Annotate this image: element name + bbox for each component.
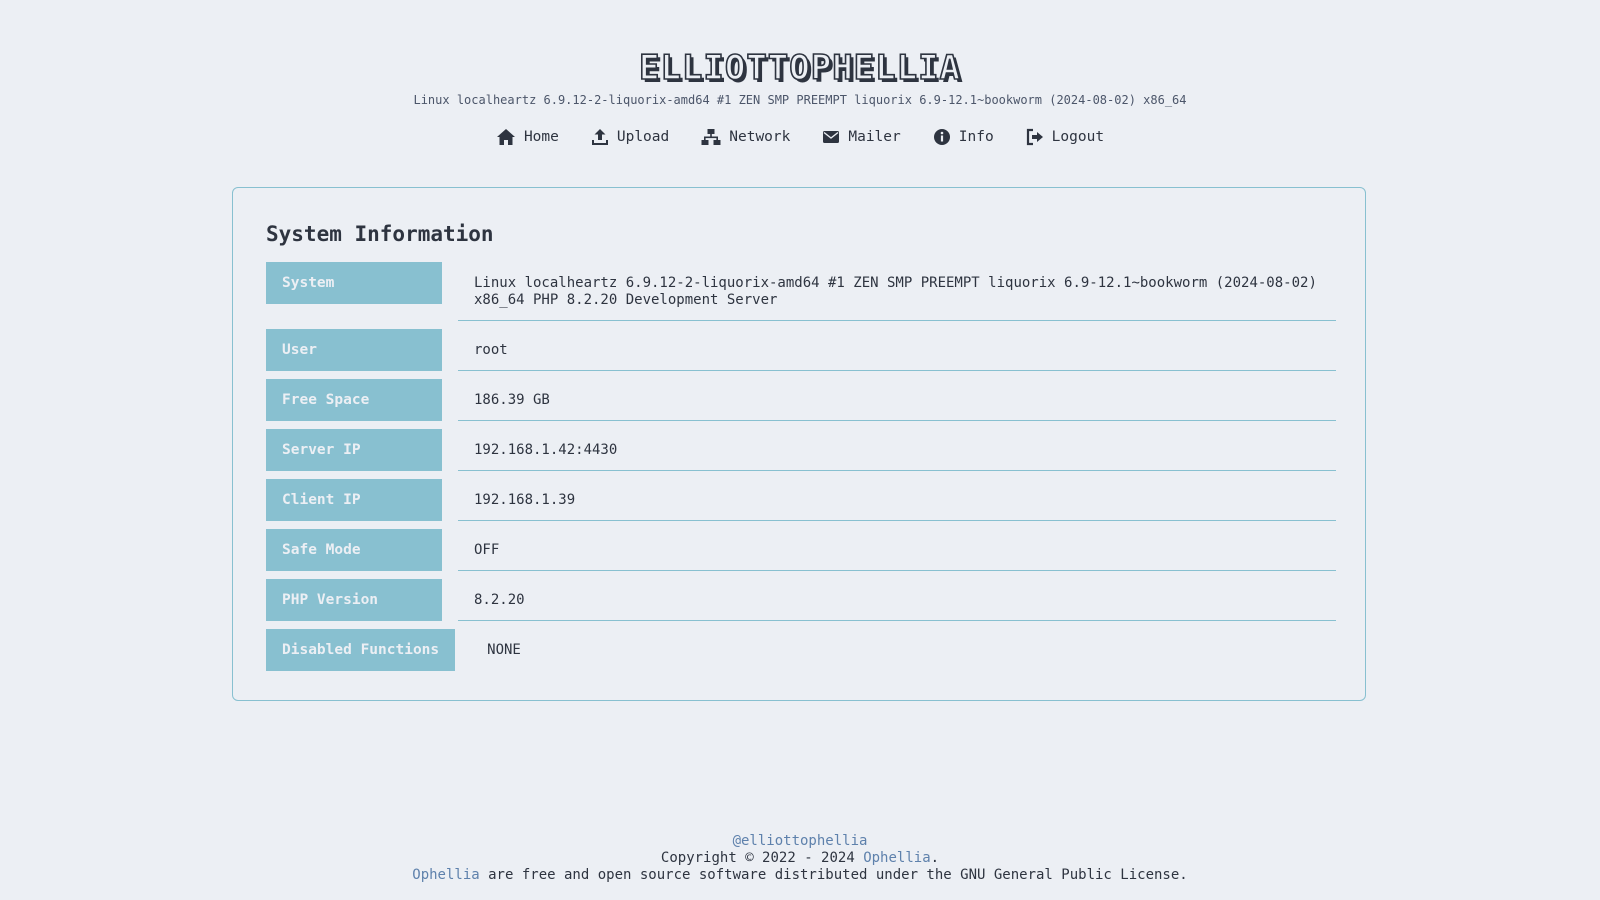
row-key: Client IP xyxy=(266,479,442,521)
copyright-line: Copyright © 2022 - 2024 Ophellia. xyxy=(0,850,1600,867)
nav-info-label: Info xyxy=(958,129,994,145)
row-key: PHP Version xyxy=(266,579,442,621)
nav-logout-label: Logout xyxy=(1051,129,1105,145)
license-line: Ophellia are free and open source softwa… xyxy=(0,867,1600,884)
table-row: Disabled Functions NONE xyxy=(266,629,1336,671)
row-value: 186.39 GB xyxy=(458,379,1336,421)
table-row: Client IP 192.168.1.39 xyxy=(266,479,1336,521)
table-row: PHP Version 8.2.20 xyxy=(266,579,1336,621)
row-key: Server IP xyxy=(266,429,442,471)
row-value-line: x86_64 PHP 8.2.20 Development Server xyxy=(474,292,778,308)
row-key: System xyxy=(266,262,442,304)
row-value-line: Linux localheartz 6.9.12-2-liquorix-amd6… xyxy=(474,275,1317,291)
network-icon xyxy=(701,128,721,146)
site-logo[interactable]: ELLIOTTOPHELLIA xyxy=(638,47,961,89)
nav-logout[interactable]: Logout xyxy=(1026,127,1104,147)
copyright-period: . xyxy=(930,850,940,866)
system-info-panel: System Information System Linux localhea… xyxy=(232,187,1366,701)
footer: @elliottophellia Copyright © 2022 - 2024… xyxy=(0,833,1600,884)
copyright-text: Copyright © 2022 - 2024 xyxy=(660,850,864,866)
table-row: Server IP 192.168.1.42:4430 xyxy=(266,429,1336,471)
info-icon xyxy=(933,128,951,146)
row-value: 192.168.1.42:4430 xyxy=(458,429,1336,471)
row-key: User xyxy=(266,329,442,371)
nav-network[interactable]: Network xyxy=(701,127,790,147)
logout-icon xyxy=(1026,128,1044,146)
nav-mailer-label: Mailer xyxy=(848,129,901,145)
table-row: User root xyxy=(266,329,1336,371)
home-icon xyxy=(496,128,516,146)
table-row: Free Space 186.39 GB xyxy=(266,379,1336,421)
row-value: OFF xyxy=(458,529,1336,571)
row-value: 8.2.20 xyxy=(458,579,1336,621)
table-row: System Linux localheartz 6.9.12-2-liquor… xyxy=(266,262,1336,321)
nav-upload-label: Upload xyxy=(616,129,670,145)
info-table: System Linux localheartz 6.9.12-2-liquor… xyxy=(266,262,1336,679)
panel-title: System Information xyxy=(266,222,494,246)
envelope-icon xyxy=(822,129,840,145)
row-key: Disabled Functions xyxy=(266,629,456,671)
nav-mailer[interactable]: Mailer xyxy=(822,127,901,147)
nav-upload[interactable]: Upload xyxy=(591,127,669,147)
row-value: root xyxy=(458,329,1336,371)
copyright-ophellia-link[interactable]: Ophellia xyxy=(863,850,930,866)
page: ELLIOTTOPHELLIA Linux localheartz 6.9.12… xyxy=(0,0,1600,900)
nav-home[interactable]: Home xyxy=(496,127,559,147)
nav-network-label: Network xyxy=(729,129,791,145)
nav-info[interactable]: Info xyxy=(933,127,994,147)
upload-icon xyxy=(591,128,609,146)
row-value: Linux localheartz 6.9.12-2-liquorix-amd6… xyxy=(458,262,1336,321)
row-value: NONE xyxy=(487,642,521,658)
table-row: Safe Mode OFF xyxy=(266,529,1336,571)
kernel-info: Linux localheartz 6.9.12-2-liquorix-amd6… xyxy=(413,93,1187,107)
author-handle-link[interactable]: @elliottophellia xyxy=(733,833,868,849)
row-key: Safe Mode xyxy=(266,529,442,571)
main-nav: Home Upload Network Mailer Info Logout xyxy=(0,127,1600,147)
header: ELLIOTTOPHELLIA Linux localheartz 6.9.12… xyxy=(0,47,1600,108)
nav-home-label: Home xyxy=(523,129,559,145)
license-ophellia-link[interactable]: Ophellia xyxy=(412,867,479,883)
row-key: Free Space xyxy=(266,379,442,421)
license-text: are free and open source software distri… xyxy=(479,867,1188,883)
row-value: 192.168.1.39 xyxy=(458,479,1336,521)
